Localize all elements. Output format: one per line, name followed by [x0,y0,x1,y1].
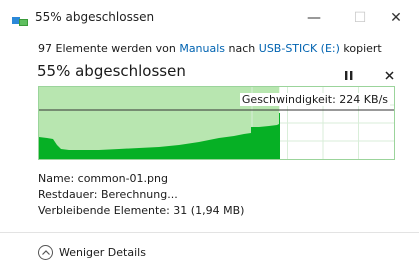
progress-heading: 55% abgeschlossen [37,62,186,80]
chevron-up-icon [38,245,53,260]
pause-button[interactable] [341,66,357,82]
remaining-time: Restdauer: Berechnung... [38,188,178,201]
status-prefix: 97 Elemente werden von [38,42,180,55]
file-copy-icon [12,12,28,26]
speed-graph: Geschwindigkeit: 224 KB/s [38,86,395,160]
less-details-toggle[interactable]: Weniger Details [38,245,146,260]
close-icon [384,65,394,84]
current-file-name: Name: common-01.png [38,172,168,185]
destination-drive-link[interactable]: USB-STICK (E:) [259,42,340,55]
status-suffix: kopiert [339,42,382,55]
speed-label: Geschwindigkeit: 224 KB/s [239,93,390,106]
copy-status-text: 97 Elemente werden von Manuals nach USB-… [38,42,382,55]
minimize-button[interactable]: — [291,0,337,36]
status-middle: nach [225,42,259,55]
cancel-button[interactable] [381,66,397,82]
less-details-label: Weniger Details [59,246,146,259]
window-title: 55% abgeschlossen [35,10,155,24]
pause-icon [345,65,353,84]
footer-bar: Weniger Details [0,232,419,270]
source-folder-link[interactable]: Manuals [179,42,225,55]
close-window-button[interactable]: ✕ [373,0,419,36]
remaining-items: Verbleibende Elemente: 31 (1,94 MB) [38,204,245,217]
title-bar: 55% abgeschlossen — ☐ ✕ [0,0,419,36]
